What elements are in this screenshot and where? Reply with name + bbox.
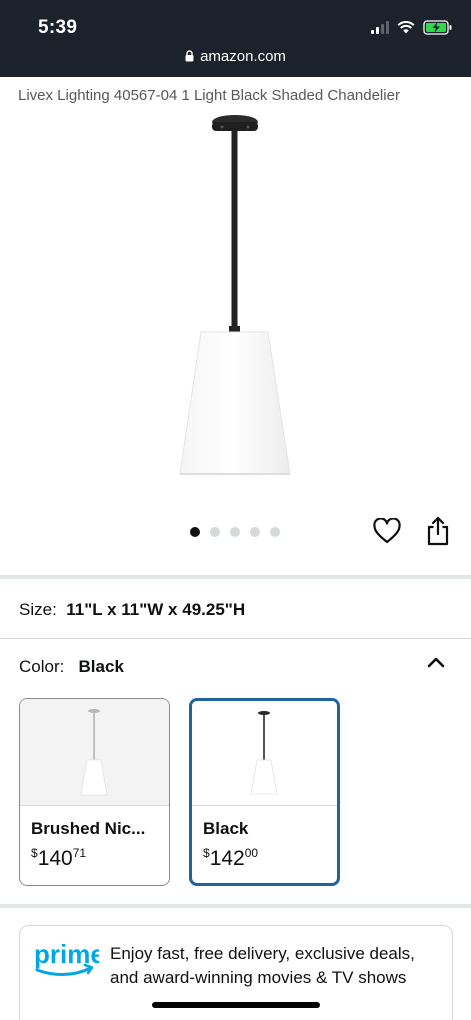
swatch-thumbnail — [20, 699, 169, 805]
pendant-thumbnail — [80, 709, 108, 796]
status-icons — [371, 20, 453, 35]
size-label: Size: — [19, 600, 57, 619]
section-divider — [0, 575, 471, 579]
address-bar[interactable]: amazon.com — [0, 48, 471, 65]
prime-promo-text: Enjoy fast, free delivery, exclusive dea… — [110, 944, 415, 987]
home-indicator[interactable] — [152, 1002, 320, 1008]
heart-icon[interactable] — [373, 518, 401, 544]
image-carousel-dots[interactable] — [190, 527, 280, 537]
color-value: Black — [78, 657, 124, 676]
battery-charging-icon — [423, 20, 452, 35]
pendant-thumbnail — [250, 711, 278, 795]
lock-icon — [185, 50, 194, 62]
carousel-dot[interactable] — [230, 527, 240, 537]
swatch-name: Black — [203, 819, 249, 838]
status-time: 5:39 — [38, 17, 78, 38]
browser-header: 5:39 amazon.com — [0, 0, 471, 77]
product-title: Livex Lighting 40567-04 1 Light Black Sh… — [18, 87, 400, 104]
swatch-thumbnail — [192, 701, 337, 807]
product-image[interactable] — [150, 108, 320, 488]
size-value: 11"L x 11"W x 49.25"H — [66, 600, 246, 619]
section-divider — [0, 904, 471, 908]
wifi-icon — [397, 21, 415, 34]
chevron-up-icon[interactable] — [426, 655, 446, 669]
swatch-price: $14200 — [203, 846, 259, 870]
carousel-dot[interactable] — [190, 527, 200, 537]
size-row[interactable]: Size: 11"L x 11"W x 49.25"H — [19, 600, 245, 620]
svg-text:prime: prime — [34, 939, 99, 969]
color-label: Color: — [19, 657, 65, 676]
color-option-black[interactable]: Black $14200 — [189, 698, 340, 886]
prime-logo: prime — [34, 939, 99, 976]
carousel-dot[interactable] — [270, 527, 280, 537]
url-text: amazon.com — [200, 48, 286, 65]
carousel-dot[interactable] — [210, 527, 220, 537]
carousel-dot[interactable] — [250, 527, 260, 537]
color-row[interactable]: Color: Black — [19, 657, 124, 677]
share-icon[interactable] — [425, 516, 451, 546]
color-option-brushed-nickel[interactable]: Brushed Nic... $14071 — [19, 698, 170, 886]
section-divider — [0, 638, 471, 639]
swatch-name: Brushed Nic... — [31, 819, 146, 838]
swatch-price: $14071 — [31, 846, 87, 870]
cellular-signal-icon — [371, 21, 389, 34]
